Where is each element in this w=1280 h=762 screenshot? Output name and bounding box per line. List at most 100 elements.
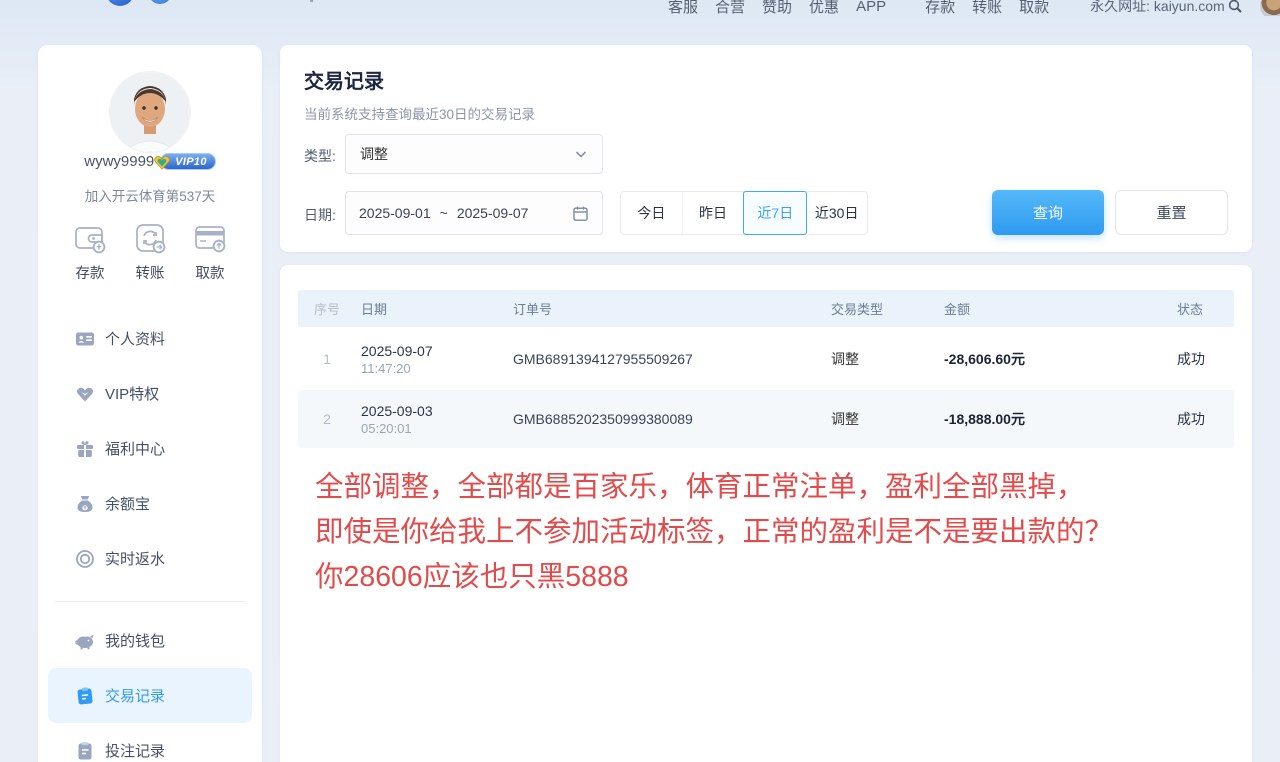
cell-index: 1 [298,351,356,367]
sidebar-divider [54,601,246,602]
nav-item-transfer[interactable]: 转账 [972,0,1002,16]
query-button[interactable]: 查询 [992,190,1104,235]
transaction-record-icon [75,686,95,706]
cell-date-time: 05:20:01 [361,421,508,436]
id-card-icon [75,329,95,349]
filter-panel: 交易记录 当前系统支持查询最近30日的交易记录 类型: 调整 日期: 2025-… [280,45,1252,252]
nav-item-app[interactable]: APP [856,0,886,15]
col-header-type: 交易类型 [826,299,934,318]
annotation-line: 即使是你给我上不参加活动标签，正常的盈利是不是要出款的？ [315,510,1113,555]
withdraw-label: 取款 [196,262,225,283]
table-header-row: 序号 日期 订单号 交易类型 金额 状态 [298,290,1234,327]
nav-item-sponsor[interactable]: 赞助 [762,0,792,16]
calendar-icon [572,205,589,222]
piggy-bank-icon [75,631,95,651]
page-subtitle: 当前系统支持查询最近30日的交易记录 [304,103,535,123]
nav-item-promo[interactable]: 优惠 [809,0,839,16]
join-days-label: 加入开云体育第537天 [38,185,262,205]
sidebar-item-betting[interactable]: 投注记录 [48,723,252,762]
permanent-url-label: 永久网址: kaiyun.com [1090,0,1225,16]
col-header-amount: 金额 [934,299,1164,318]
sidebar-item-vip[interactable]: VIP特权 [48,366,252,421]
nav-item-withdraw[interactable]: 取款 [1019,0,1049,16]
sidebar-item-label: 投注记录 [105,740,165,761]
range-today-button[interactable]: 今日 [621,192,683,234]
sidebar-item-transactions[interactable]: 交易记录 [48,668,252,723]
date-end: 2025-09-07 [457,205,529,221]
sidebar-item-label: 实时返水 [105,548,165,569]
user-avatar-small[interactable] [1259,0,1280,16]
cell-date: 2025-09-03 05:20:01 [356,403,508,436]
sidebar-item-rebate[interactable]: 实时返水 [48,531,252,586]
page-title: 交易记录 [304,65,384,94]
deposit-button[interactable]: 存款 [62,220,118,283]
site-logo[interactable] [106,0,202,8]
betting-record-icon [75,741,95,761]
cell-amount: -28,606.60元 [934,349,1164,369]
reset-button[interactable]: 重置 [1115,190,1228,235]
sidebar-item-label: 福利中心 [105,438,165,459]
col-header-status: 状态 [1164,299,1234,318]
cell-status: 成功 [1164,409,1234,429]
range-7days-button[interactable]: 近7日 [743,191,807,235]
vip-level-label: VIP10 [175,156,206,168]
username: wywy9999 [84,153,154,170]
cell-date-day: 2025-09-07 [361,343,508,359]
cell-date-day: 2025-09-03 [361,403,508,419]
vip-badge: VIP10 [160,153,215,170]
range-yesterday-button[interactable]: 昨日 [683,192,745,234]
nav-item-service[interactable]: 客服 [668,0,698,16]
vip-gem-icon [75,384,95,404]
col-header-order: 订单号 [508,299,826,318]
cell-amount: -18,888.00元 [934,409,1164,429]
withdraw-button[interactable]: 取款 [182,220,238,283]
transaction-table-panel: 序号 日期 订单号 交易类型 金额 状态 1 2025-09-07 11:47:… [280,265,1252,762]
col-header-index: 序号 [298,299,356,318]
nav-item-deposit[interactable]: 存款 [925,0,955,16]
sidebar-item-label: 交易记录 [105,685,165,706]
sidebar-item-label: 我的钱包 [105,630,165,651]
user-avatar[interactable] [110,72,190,152]
cell-order-number: GMB6891394127955509267 [508,351,826,367]
date-filter-label: 日期: [304,205,336,225]
sidebar-menu-records: 我的钱包 交易记录 投注记录 [38,613,262,762]
cell-transaction-type: 调整 [826,349,934,369]
deposit-wallet-icon [72,220,108,256]
type-select[interactable]: 调整 [345,134,603,174]
chevron-down-icon [574,147,588,161]
type-select-value: 调整 [360,144,574,164]
sidebar-item-label: 余额宝 [105,493,150,514]
sidebar-menu-primary: 个人资料 VIP特权 福利中心 余额宝 实时返水 [38,311,262,586]
date-range-input[interactable]: 2025-09-01 ~ 2025-09-07 [345,191,603,235]
sidebar: wywy9999 VIP10 加入开云体育第537天 存款 [38,45,262,762]
table-row[interactable]: 1 2025-09-07 11:47:20 GMB689139412795550… [298,330,1234,388]
sidebar-item-wallet[interactable]: 我的钱包 [48,613,252,668]
col-header-date: 日期 [356,299,508,318]
date-start: 2025-09-01 [359,205,431,221]
money-bag-icon [75,494,95,514]
cell-index: 2 [298,411,356,427]
cell-transaction-type: 调整 [826,409,934,429]
annotation-line: 你28606应该也只黑5888 [315,555,1113,600]
sidebar-item-profile[interactable]: 个人资料 [48,311,252,366]
logo-circle [148,0,172,4]
top-navigation: 客服 合营 赞助 优惠 APP 存款 转账 取款 永久网址: kaiyun.co… [0,0,1280,16]
transfer-label: 转账 [136,262,165,283]
gift-icon [75,439,95,459]
nav-item-partner[interactable]: 合营 [715,0,745,16]
transfer-icon [132,220,168,256]
range-30days-button[interactable]: 近30日 [806,192,867,234]
date-separator: ~ [440,205,448,221]
vip-gem-icon [153,153,171,171]
sidebar-item-benefits[interactable]: 福利中心 [48,421,252,476]
withdraw-card-icon [192,220,228,256]
logo-circle [106,0,134,6]
sidebar-item-yuebao[interactable]: 余额宝 [48,476,252,531]
cell-status: 成功 [1164,349,1234,369]
cell-date-time: 11:47:20 [361,361,508,376]
search-icon[interactable] [1227,0,1243,14]
quick-actions: 存款 转账 取款 [38,220,262,283]
sidebar-item-label: 个人资料 [105,328,165,349]
transfer-button[interactable]: 转账 [122,220,178,283]
table-row[interactable]: 2 2025-09-03 05:20:01 GMB688520235099938… [298,390,1234,448]
